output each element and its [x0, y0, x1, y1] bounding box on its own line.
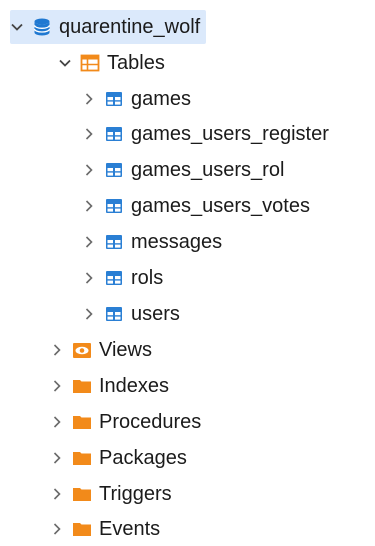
chevron-right-icon[interactable]	[50, 379, 64, 393]
tree-node-indexes[interactable]: Indexes	[50, 369, 169, 403]
tables-folder-label: Tables	[107, 52, 165, 74]
chevron-right-icon[interactable]	[82, 163, 96, 177]
tree-node-views[interactable]: Views	[50, 333, 152, 367]
table-name: games_users_register	[131, 123, 329, 145]
tree-node-packages[interactable]: Packages	[50, 441, 187, 475]
tree-node-table[interactable]: games_users_rol	[82, 153, 284, 187]
table-folder-icon	[80, 53, 100, 73]
chevron-right-icon[interactable]	[82, 271, 96, 285]
database-name: quarentine_wolf	[59, 16, 201, 38]
chevron-right-icon[interactable]	[50, 415, 64, 429]
tree-node-table[interactable]: users	[82, 297, 180, 331]
folder-icon	[72, 484, 92, 504]
tree-node-triggers[interactable]: Triggers	[50, 477, 172, 511]
table-icon	[104, 196, 124, 216]
folder-label: Procedures	[99, 411, 202, 433]
folder-icon	[72, 448, 92, 468]
chevron-right-icon[interactable]	[82, 92, 96, 106]
database-icon	[32, 17, 52, 37]
tree-node-table[interactable]: messages	[82, 225, 222, 259]
chevron-right-icon[interactable]	[82, 127, 96, 141]
folder-label: Views	[99, 339, 152, 361]
chevron-right-icon[interactable]	[50, 487, 64, 501]
chevron-right-icon[interactable]	[50, 451, 64, 465]
table-icon	[104, 232, 124, 252]
table-name: users	[131, 303, 180, 325]
folder-icon	[72, 376, 92, 396]
table-icon	[104, 124, 124, 144]
chevron-right-icon[interactable]	[50, 522, 64, 536]
chevron-down-icon[interactable]	[10, 20, 24, 34]
chevron-right-icon[interactable]	[82, 199, 96, 213]
table-icon	[104, 304, 124, 324]
tree-node-table[interactable]: rols	[82, 261, 163, 295]
eye-folder-icon	[72, 340, 92, 360]
folder-icon	[72, 519, 92, 539]
table-name: games_users_votes	[131, 195, 310, 217]
folder-label: Triggers	[99, 483, 172, 505]
table-name: games	[131, 88, 192, 110]
folder-label: Packages	[99, 447, 187, 469]
tree-node-table[interactable]: games_users_votes	[82, 189, 310, 223]
tree-node-table[interactable]: games_users_register	[82, 117, 329, 151]
tree-node-table[interactable]: games	[82, 82, 191, 116]
database-tree: quarentine_wolf Tables games games_users…	[0, 0, 375, 542]
table-icon	[104, 89, 124, 109]
chevron-right-icon[interactable]	[82, 307, 96, 321]
chevron-right-icon[interactable]	[82, 235, 96, 249]
tree-node-procedures[interactable]: Procedures	[50, 405, 201, 439]
folder-icon	[72, 412, 92, 432]
table-icon	[104, 268, 124, 288]
table-name: games_users_rol	[131, 159, 285, 181]
table-icon	[104, 160, 124, 180]
chevron-down-icon[interactable]	[58, 56, 72, 70]
folder-label: Events	[99, 518, 161, 540]
table-name: rols	[131, 267, 164, 289]
folder-label: Indexes	[99, 375, 170, 397]
table-name: messages	[131, 231, 223, 253]
chevron-right-icon[interactable]	[50, 343, 64, 357]
tree-node-tables[interactable]: Tables	[58, 46, 165, 80]
tree-node-events[interactable]: Events	[50, 512, 160, 546]
tree-node-database[interactable]: quarentine_wolf	[10, 10, 207, 44]
